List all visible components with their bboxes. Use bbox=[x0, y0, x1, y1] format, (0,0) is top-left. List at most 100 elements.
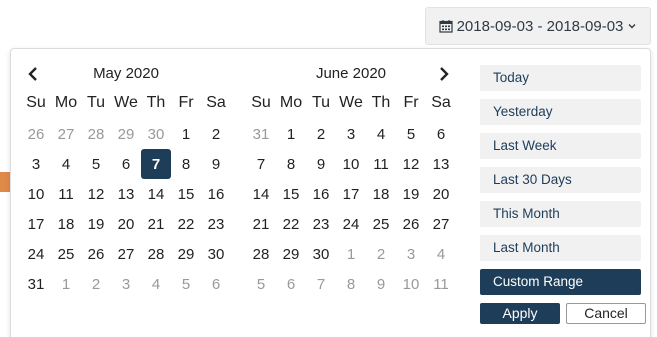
day-cell[interactable]: 15 bbox=[276, 179, 306, 209]
day-cell[interactable]: 25 bbox=[366, 209, 396, 239]
day-cell[interactable]: 10 bbox=[336, 149, 366, 179]
day-cell[interactable]: 14 bbox=[141, 179, 171, 209]
range-option[interactable]: This Month bbox=[480, 201, 641, 227]
day-cell[interactable]: 27 bbox=[111, 239, 141, 269]
day-cell[interactable]: 6 bbox=[111, 149, 141, 179]
day-cell[interactable]: 2 bbox=[81, 269, 111, 299]
day-cell[interactable]: 18 bbox=[366, 179, 396, 209]
next-month-icon[interactable] bbox=[434, 64, 454, 84]
day-cell[interactable]: 24 bbox=[336, 209, 366, 239]
day-cell[interactable]: 30 bbox=[141, 119, 171, 149]
day-cell[interactable]: 4 bbox=[51, 149, 81, 179]
day-cell[interactable]: 10 bbox=[396, 269, 426, 299]
day-cell[interactable]: 15 bbox=[171, 179, 201, 209]
day-cell[interactable]: 22 bbox=[276, 209, 306, 239]
weekday-header: We bbox=[339, 94, 363, 111]
day-cell[interactable]: 9 bbox=[366, 269, 396, 299]
day-cell[interactable]: 16 bbox=[306, 179, 336, 209]
day-cell[interactable]: 4 bbox=[426, 239, 456, 269]
day-cell[interactable]: 31 bbox=[246, 119, 276, 149]
day-cell[interactable]: 6 bbox=[426, 119, 456, 149]
day-cell[interactable]: 14 bbox=[246, 179, 276, 209]
day-cell[interactable]: 8 bbox=[276, 149, 306, 179]
day-cell[interactable]: 29 bbox=[276, 239, 306, 269]
day-cell[interactable]: 26 bbox=[81, 239, 111, 269]
range-option[interactable]: Last Month bbox=[480, 235, 641, 261]
day-cell[interactable]: 27 bbox=[426, 209, 456, 239]
weekday-header: Sa bbox=[206, 94, 226, 111]
day-cell[interactable]: 8 bbox=[336, 269, 366, 299]
day-cell[interactable]: 2 bbox=[306, 119, 336, 149]
day-cell[interactable]: 3 bbox=[336, 119, 366, 149]
day-cell[interactable]: 22 bbox=[171, 209, 201, 239]
day-cell[interactable]: 31 bbox=[21, 269, 51, 299]
day-cell[interactable]: 25 bbox=[51, 239, 81, 269]
day-cell[interactable]: 9 bbox=[306, 149, 336, 179]
day-cell[interactable]: 24 bbox=[21, 239, 51, 269]
day-cell[interactable]: 1 bbox=[171, 119, 201, 149]
day-cell[interactable]: 3 bbox=[21, 149, 51, 179]
day-cell[interactable]: 29 bbox=[111, 119, 141, 149]
range-option[interactable]: Last Week bbox=[480, 133, 641, 159]
chevron-down-icon bbox=[628, 24, 636, 29]
day-cell[interactable]: 10 bbox=[21, 179, 51, 209]
prev-month-icon[interactable] bbox=[23, 64, 43, 84]
day-cell[interactable]: 9 bbox=[201, 149, 231, 179]
day-cell[interactable]: 12 bbox=[396, 149, 426, 179]
day-cell[interactable]: 1 bbox=[276, 119, 306, 149]
day-cell[interactable]: 17 bbox=[336, 179, 366, 209]
day-cell[interactable]: 11 bbox=[51, 179, 81, 209]
apply-button[interactable]: Apply bbox=[480, 303, 560, 324]
day-cell[interactable]: 3 bbox=[396, 239, 426, 269]
day-cell[interactable]: 30 bbox=[306, 239, 336, 269]
day-cell[interactable]: 18 bbox=[51, 209, 81, 239]
day-cell[interactable]: 13 bbox=[426, 149, 456, 179]
day-cell[interactable]: 5 bbox=[246, 269, 276, 299]
day-cell[interactable]: 6 bbox=[276, 269, 306, 299]
cancel-button[interactable]: Cancel bbox=[566, 303, 646, 324]
date-range-trigger[interactable]: 2018-09-03 - 2018-09-03 bbox=[425, 7, 651, 45]
day-cell[interactable]: 12 bbox=[81, 179, 111, 209]
range-option[interactable]: Last 30 Days bbox=[480, 167, 641, 193]
day-cell[interactable]: 20 bbox=[426, 179, 456, 209]
range-option[interactable]: Today bbox=[480, 65, 641, 91]
day-cell[interactable]: 28 bbox=[81, 119, 111, 149]
month-title: June 2020 bbox=[315, 65, 387, 82]
day-cell[interactable]: 17 bbox=[21, 209, 51, 239]
day-cell[interactable]: 16 bbox=[201, 179, 231, 209]
day-cell[interactable]: 29 bbox=[171, 239, 201, 269]
day-cell[interactable]: 21 bbox=[141, 209, 171, 239]
day-cell[interactable]: 27 bbox=[51, 119, 81, 149]
day-cell-selected[interactable]: 7 bbox=[141, 149, 171, 179]
day-cell[interactable]: 23 bbox=[306, 209, 336, 239]
day-cell[interactable]: 5 bbox=[81, 149, 111, 179]
day-cell[interactable]: 19 bbox=[81, 209, 111, 239]
day-cell[interactable]: 23 bbox=[201, 209, 231, 239]
day-cell[interactable]: 4 bbox=[141, 269, 171, 299]
day-cell[interactable]: 26 bbox=[21, 119, 51, 149]
day-cell[interactable]: 28 bbox=[246, 239, 276, 269]
day-cell[interactable]: 20 bbox=[111, 209, 141, 239]
day-cell[interactable]: 5 bbox=[396, 119, 426, 149]
day-cell[interactable]: 21 bbox=[246, 209, 276, 239]
day-cell[interactable]: 11 bbox=[426, 269, 456, 299]
day-cell[interactable]: 1 bbox=[336, 239, 366, 269]
day-cell[interactable]: 6 bbox=[201, 269, 231, 299]
day-cell[interactable]: 19 bbox=[396, 179, 426, 209]
day-cell[interactable]: 5 bbox=[171, 269, 201, 299]
day-cell[interactable]: 26 bbox=[396, 209, 426, 239]
range-option[interactable]: Yesterday bbox=[480, 99, 641, 125]
day-cell[interactable]: 13 bbox=[111, 179, 141, 209]
range-option[interactable]: Custom Range bbox=[480, 269, 641, 295]
day-cell[interactable]: 7 bbox=[306, 269, 336, 299]
day-cell[interactable]: 30 bbox=[201, 239, 231, 269]
day-cell[interactable]: 7 bbox=[246, 149, 276, 179]
day-cell[interactable]: 2 bbox=[366, 239, 396, 269]
day-cell[interactable]: 28 bbox=[141, 239, 171, 269]
day-cell[interactable]: 4 bbox=[366, 119, 396, 149]
day-cell[interactable]: 8 bbox=[171, 149, 201, 179]
day-cell[interactable]: 2 bbox=[201, 119, 231, 149]
day-cell[interactable]: 11 bbox=[366, 149, 396, 179]
day-cell[interactable]: 1 bbox=[51, 269, 81, 299]
day-cell[interactable]: 3 bbox=[111, 269, 141, 299]
